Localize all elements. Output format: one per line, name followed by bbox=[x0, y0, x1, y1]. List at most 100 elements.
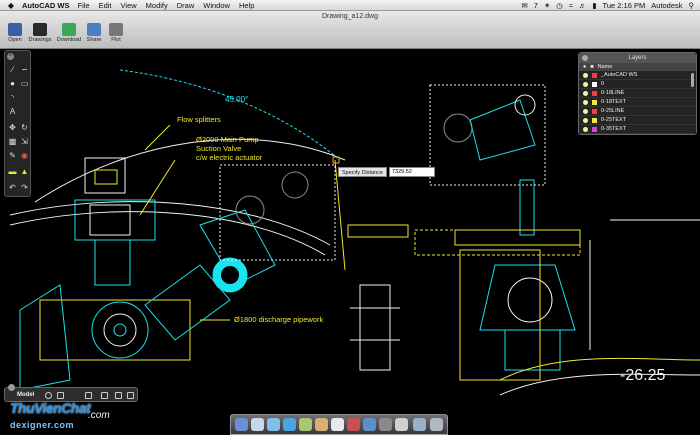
autocad-ws-dock-icon[interactable] bbox=[395, 418, 408, 431]
layer-row[interactable]: 0 bbox=[579, 80, 696, 89]
redo-icon[interactable]: ↷ bbox=[20, 183, 29, 192]
polyline-icon[interactable]: ∽ bbox=[20, 65, 29, 74]
ichat-icon[interactable] bbox=[299, 418, 312, 431]
volume-icon[interactable]: ♬ bbox=[579, 1, 587, 10]
scale-icon[interactable]: ⇲ bbox=[20, 137, 29, 146]
menu-draw[interactable]: Draw bbox=[177, 1, 195, 10]
layer-row[interactable]: _AutoCAD WS bbox=[579, 71, 696, 80]
app-menu-autocad[interactable]: AutoCAD WS bbox=[22, 1, 70, 10]
settings-icon[interactable] bbox=[85, 392, 92, 399]
zoom-extents-icon[interactable] bbox=[101, 392, 108, 399]
pencil-icon[interactable]: ✎ bbox=[8, 151, 17, 160]
layer-color-swatch[interactable] bbox=[592, 72, 597, 78]
open-button[interactable]: Open bbox=[2, 23, 28, 47]
move-icon[interactable]: ✥ bbox=[8, 123, 17, 132]
layer-visibility-icon[interactable] bbox=[583, 117, 588, 123]
finder-icon[interactable] bbox=[235, 418, 248, 431]
download-label: Download bbox=[56, 37, 82, 43]
menu-autodesk[interactable]: Autodesk bbox=[651, 1, 682, 10]
layer-name: _AutoCAD WS bbox=[601, 71, 638, 78]
right-pump-assembly bbox=[454, 179, 700, 381]
wifi-icon[interactable]: ≈ bbox=[569, 1, 573, 10]
menu-modify[interactable]: Modify bbox=[146, 1, 168, 10]
layer-visibility-icon[interactable] bbox=[583, 81, 588, 87]
bluetooth-icon[interactable]: ✶ bbox=[544, 1, 550, 10]
layer-row[interactable]: 0-35TEXT bbox=[579, 125, 696, 134]
layer-visibility-icon[interactable] bbox=[583, 72, 588, 78]
clock-icon[interactable]: ◷ bbox=[556, 1, 563, 10]
open-icon bbox=[8, 23, 22, 36]
dock bbox=[230, 414, 448, 435]
layer-row[interactable]: 0-18TEXT bbox=[579, 98, 696, 107]
layer-color-swatch[interactable] bbox=[592, 117, 597, 123]
line-icon[interactable]: ∕ bbox=[8, 65, 17, 74]
mail-icon[interactable]: ✉ bbox=[521, 1, 527, 10]
color-wheel-icon[interactable]: ◉ bbox=[20, 151, 29, 160]
layers-title: Layers bbox=[628, 55, 647, 61]
safari-icon[interactable] bbox=[283, 418, 296, 431]
palette-close-icon[interactable]: × bbox=[7, 53, 14, 60]
text-icon[interactable]: A bbox=[8, 107, 17, 116]
menu-help[interactable]: Help bbox=[239, 1, 254, 10]
layer-row[interactable]: 0-18LINE bbox=[579, 89, 696, 98]
layers-close-icon[interactable] bbox=[582, 55, 588, 61]
layer-row[interactable]: 0-25TEXT bbox=[579, 116, 696, 125]
rotate-icon[interactable]: ↻ bbox=[20, 123, 29, 132]
spotlight-icon[interactable]: ⚲ bbox=[689, 1, 695, 10]
layer-visibility-icon[interactable] bbox=[583, 126, 588, 132]
left-pump-assembly bbox=[19, 157, 231, 391]
mail-app-icon[interactable] bbox=[267, 418, 280, 431]
menu-view[interactable]: View bbox=[121, 1, 137, 10]
downloads-stack-icon[interactable] bbox=[413, 418, 426, 431]
layer-visibility-icon[interactable] bbox=[583, 108, 588, 114]
distance-input[interactable] bbox=[388, 167, 435, 177]
battery-icon[interactable]: ▮ bbox=[592, 1, 596, 10]
itunes-icon[interactable] bbox=[363, 418, 376, 431]
undo-icon[interactable]: ↶ bbox=[8, 183, 17, 192]
menu-file[interactable]: File bbox=[78, 1, 90, 10]
layer-color-swatch[interactable] bbox=[592, 90, 597, 96]
layout-dropdown-icon[interactable] bbox=[57, 392, 64, 399]
menu-edit[interactable]: Edit bbox=[99, 1, 112, 10]
trash-icon[interactable] bbox=[430, 418, 443, 431]
arc-icon[interactable]: ◝ bbox=[8, 93, 17, 102]
status-number[interactable]: 7 bbox=[534, 1, 538, 10]
layer-color-swatch[interactable] bbox=[592, 81, 597, 87]
plot-button[interactable]: Plot bbox=[103, 23, 129, 47]
menu-window[interactable]: Window bbox=[203, 1, 230, 10]
layer-name: 0-18TEXT bbox=[601, 98, 627, 105]
addressbook-icon[interactable] bbox=[315, 418, 328, 431]
elevation-label: -26.25 bbox=[620, 367, 665, 384]
layer-visibility-icon[interactable] bbox=[583, 99, 588, 105]
preferences-icon[interactable] bbox=[379, 418, 392, 431]
photo-icon[interactable] bbox=[347, 418, 360, 431]
center-arc bbox=[34, 138, 346, 203]
measure-icon[interactable]: ▬ bbox=[8, 167, 17, 176]
pan-icon[interactable] bbox=[115, 392, 122, 399]
markup-icon[interactable]: ▲ bbox=[20, 167, 29, 176]
drawings-button[interactable]: Drawings bbox=[27, 23, 53, 47]
menu-clock[interactable]: Tue 2:16 PM bbox=[603, 1, 646, 10]
ical-icon[interactable] bbox=[331, 418, 344, 431]
rectangle-icon[interactable]: ▭ bbox=[20, 79, 29, 88]
layer-visibility-icon[interactable] bbox=[583, 90, 588, 96]
download-button[interactable]: Download bbox=[56, 23, 82, 47]
layer-name: 0-35TEXT bbox=[601, 125, 627, 132]
layers-scrollbar[interactable] bbox=[691, 73, 694, 87]
layer-row[interactable]: 0-25LINE bbox=[579, 107, 696, 116]
circle-icon[interactable]: ● bbox=[8, 79, 17, 88]
model-tab[interactable]: Model bbox=[17, 392, 34, 398]
layer-color-swatch[interactable] bbox=[592, 99, 597, 105]
copy-icon[interactable]: ▩ bbox=[8, 137, 17, 146]
layer-color-swatch[interactable] bbox=[592, 108, 597, 114]
pump-label-line1: Ø2000 Main Pump bbox=[196, 135, 259, 144]
flow-splitters-label: Flow splitters bbox=[177, 115, 221, 124]
layer-color-swatch[interactable] bbox=[592, 126, 597, 132]
eye-icon[interactable] bbox=[45, 392, 52, 399]
modelbar-close-icon[interactable] bbox=[8, 384, 15, 391]
watermark-brand: ThuVienChat bbox=[10, 400, 91, 416]
dashboard-icon[interactable] bbox=[251, 418, 264, 431]
layer-name: 0-25LINE bbox=[601, 107, 625, 114]
apple-icon[interactable]: ◆ bbox=[6, 1, 16, 10]
zoom-window-icon[interactable] bbox=[127, 392, 134, 399]
